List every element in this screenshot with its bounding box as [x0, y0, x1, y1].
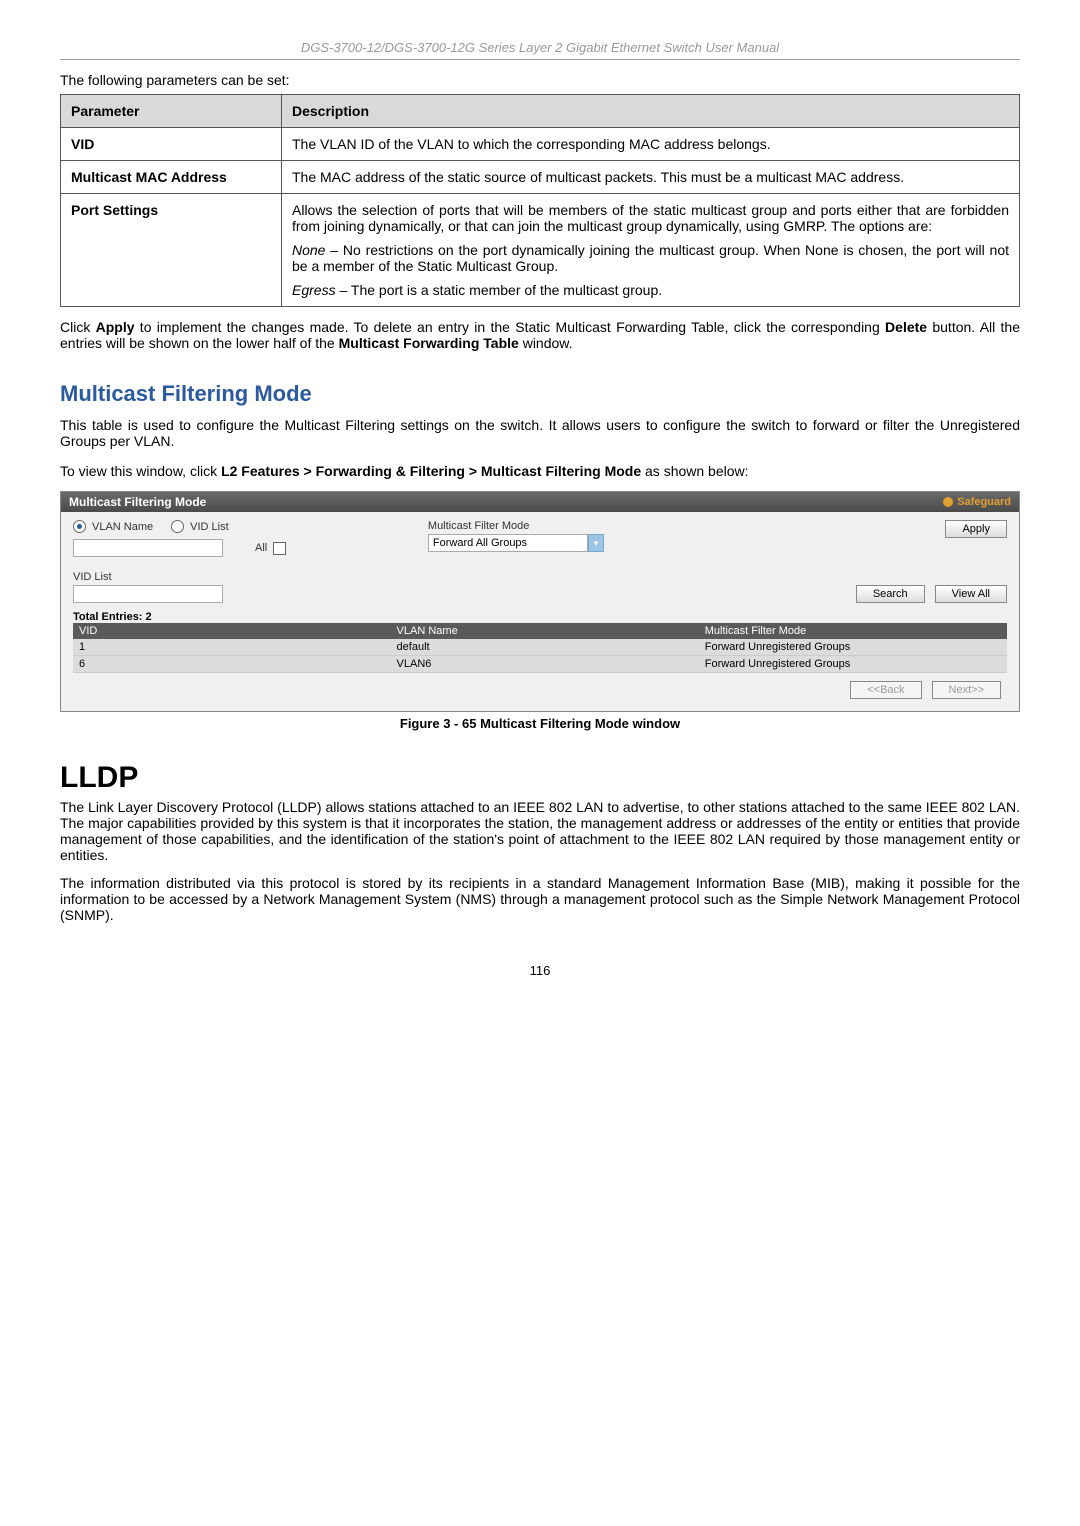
vlan-name-input[interactable]	[73, 539, 223, 557]
ss-titlebar: Multicast Filtering Mode Safeguard	[61, 492, 1019, 512]
radio-vid-list-label: VID List	[190, 521, 229, 533]
all-label: All	[255, 542, 267, 554]
section-multicast-intro: This table is used to configure the Mult…	[60, 417, 1020, 449]
table-row: Port Settings Allows the selection of po…	[61, 194, 1020, 307]
desc-port: Allows the selection of ports that will …	[282, 194, 1020, 307]
cell-filter-mode: Forward Unregistered Groups	[699, 656, 1007, 673]
apply-note-bold: Apply	[96, 319, 135, 335]
nav-path: To view this window, click L2 Features >…	[60, 463, 1020, 479]
vid-list-input[interactable]	[73, 585, 223, 603]
table-row: Multicast MAC Address The MAC address of…	[61, 161, 1020, 194]
cell-vid: 1	[73, 639, 391, 656]
search-button[interactable]: Search	[856, 585, 925, 603]
cell-vlan-name: VLAN6	[391, 656, 699, 673]
param-port: Port Settings	[61, 194, 282, 307]
apply-note-bold: Delete	[885, 319, 927, 335]
section-multicast-title: Multicast Filtering Mode	[60, 381, 1020, 407]
nav-bold: L2 Features > Forwarding & Filtering > M…	[221, 463, 641, 479]
apply-note: Click Apply to implement the changes mad…	[60, 319, 1020, 351]
radio-vlan-name[interactable]	[73, 520, 86, 533]
apply-note-seg: to implement the changes made. To delete…	[135, 319, 886, 335]
nav-prefix: To view this window, click	[60, 463, 221, 479]
desc-port-p2: None – No restrictions on the port dynam…	[292, 242, 1009, 274]
desc-vid: The VLAN ID of the VLAN to which the cor…	[282, 128, 1020, 161]
filter-dropdown[interactable]: Forward All Groups ▾	[428, 534, 727, 552]
param-vid: VID	[61, 128, 282, 161]
vid-list-section-label: VID List	[73, 571, 1007, 583]
lldp-p2: The information distributed via this pro…	[60, 875, 1020, 923]
safeguard-icon	[943, 497, 953, 507]
ss-search-row: Search View All	[73, 585, 1007, 603]
desc-port-p3: Egress – The port is a static member of …	[292, 282, 1009, 298]
th-parameter: Parameter	[61, 95, 282, 128]
doc-header: DGS-3700-12/DGS-3700-12G Series Layer 2 …	[60, 40, 1020, 60]
italic-none: None	[292, 242, 325, 258]
view-all-button[interactable]: View All	[935, 585, 1007, 603]
ss-title: Multicast Filtering Mode	[69, 495, 206, 509]
cell-filter-mode: Forward Unregistered Groups	[699, 639, 1007, 656]
cell-vlan-name: default	[391, 639, 699, 656]
ss-table-row: 6 VLAN6 Forward Unregistered Groups	[73, 656, 1007, 673]
section-lldp-title: LLDP	[60, 761, 1020, 795]
ss-table-header: VID VLAN Name Multicast Filter Mode	[73, 623, 1007, 639]
parameter-table: Parameter Description VID The VLAN ID of…	[60, 94, 1020, 307]
page-number: 116	[60, 963, 1020, 978]
ss-table-row: 1 default Forward Unregistered Groups	[73, 639, 1007, 656]
lldp-p1: The Link Layer Discovery Protocol (LLDP)…	[60, 799, 1020, 863]
desc-port-p1: Allows the selection of ports that will …	[292, 202, 1009, 234]
ss-radio-row: VLAN Name VID List	[73, 520, 428, 533]
italic-egress: Egress	[292, 282, 336, 298]
cell-vid: 6	[73, 656, 391, 673]
chevron-down-icon[interactable]: ▾	[588, 534, 604, 552]
th-description: Description	[282, 95, 1020, 128]
apply-note-seg: window.	[519, 335, 573, 351]
intro-text: The following parameters can be set:	[60, 72, 1020, 88]
nav-suffix: as shown below:	[641, 463, 748, 479]
th-filter-mode: Multicast Filter Mode	[699, 623, 1007, 639]
back-button[interactable]: <<Back	[850, 681, 921, 699]
safeguard-label: Safeguard	[957, 496, 1011, 508]
desc-mac-p1: The MAC address of the static source of …	[292, 169, 1009, 185]
filter-dropdown-value: Forward All Groups	[428, 534, 588, 552]
table-row: VID The VLAN ID of the VLAN to which the…	[61, 128, 1020, 161]
desc-mac: The MAC address of the static source of …	[282, 161, 1020, 194]
ss-body: VLAN Name VID List All Multicast Filter …	[61, 512, 1019, 711]
apply-note-seg: Click	[60, 319, 96, 335]
screenshot-multicast-filtering: Multicast Filtering Mode Safeguard VLAN …	[60, 491, 1020, 712]
ss-result-table: VID VLAN Name Multicast Filter Mode 1 de…	[73, 623, 1007, 673]
table-header-row: Parameter Description	[61, 95, 1020, 128]
figure-caption: Figure 3 - 65 Multicast Filtering Mode w…	[60, 716, 1020, 731]
total-entries: Total Entries: 2	[73, 611, 1007, 623]
apply-button[interactable]: Apply	[945, 520, 1007, 538]
radio-vid-list[interactable]	[171, 520, 184, 533]
radio-vlan-name-label: VLAN Name	[92, 521, 153, 533]
filter-mode-label: Multicast Filter Mode	[428, 520, 727, 532]
th-vid: VID	[73, 623, 391, 639]
ss-safeguard: Safeguard	[943, 496, 1011, 508]
param-mac: Multicast MAC Address	[61, 161, 282, 194]
th-vlan-name: VLAN Name	[391, 623, 699, 639]
next-button[interactable]: Next>>	[932, 681, 1001, 699]
apply-note-bold: Multicast Forwarding Table	[339, 335, 519, 351]
ss-input-row: All	[73, 539, 428, 557]
all-checkbox[interactable]	[273, 542, 286, 555]
desc-vid-p1: The VLAN ID of the VLAN to which the cor…	[292, 136, 1009, 152]
ss-pager: <<Back Next>>	[73, 673, 1007, 703]
ss-top-row: VLAN Name VID List All Multicast Filter …	[73, 520, 1007, 563]
